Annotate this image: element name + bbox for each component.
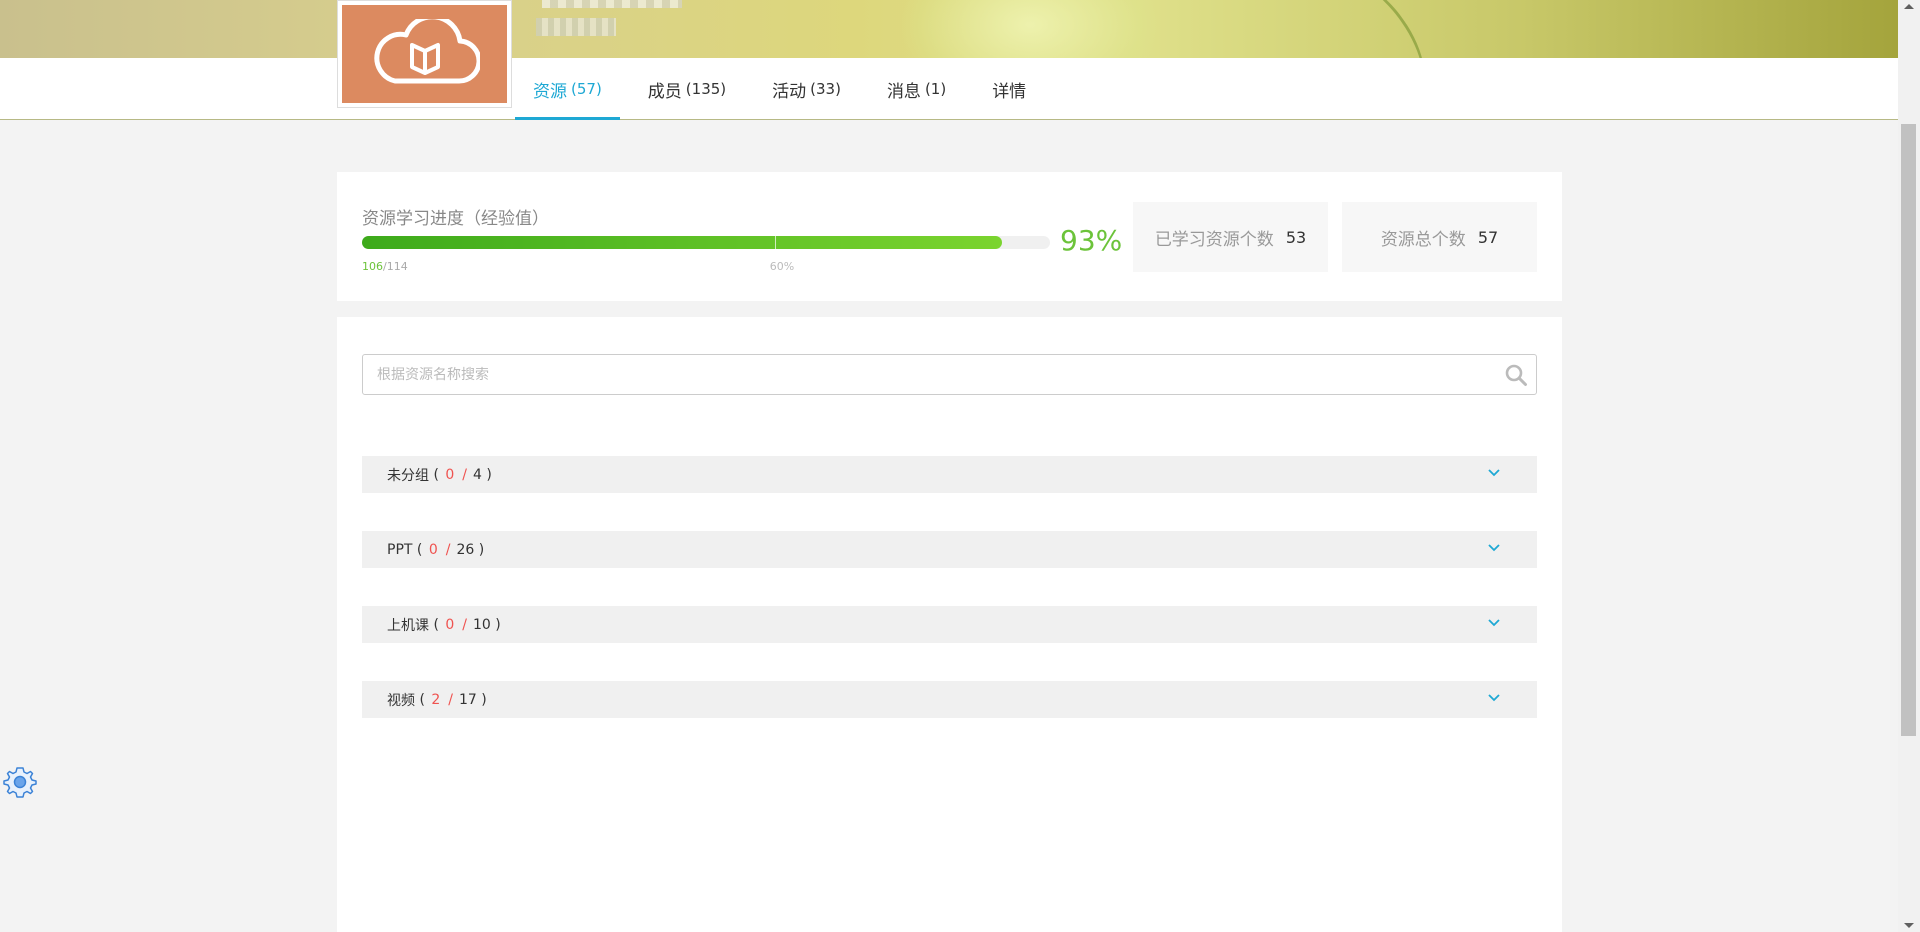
- progress-threshold-label: 60%: [769, 260, 795, 273]
- tab-details[interactable]: 详情: [974, 58, 1044, 120]
- tab-members[interactable]: 成员 (135): [630, 58, 744, 120]
- banner-leaf: [1306, 0, 1444, 58]
- scroll-thumb[interactable]: [1901, 124, 1916, 736]
- chevron-down-icon[interactable]: [1487, 543, 1501, 553]
- learned-count-label: 已学习资源个数: [1154, 229, 1274, 250]
- progress-threshold-mark: [774, 236, 776, 249]
- cloud-book-icon: [373, 19, 480, 84]
- tab-label: 详情: [992, 81, 1027, 102]
- group-name: 上机课: [387, 617, 429, 634]
- group-total-count: 4: [473, 466, 482, 483]
- course-title-redacted: [542, 0, 682, 8]
- total-count-value: 57: [1477, 227, 1499, 247]
- tab-activities[interactable]: 活动 (33): [754, 58, 859, 120]
- tab-count: (57): [571, 80, 602, 98]
- scroll-up-arrow[interactable]: [1904, 4, 1914, 9]
- page-scrollbar[interactable]: [1898, 0, 1920, 932]
- progress-score: 106/114: [362, 260, 408, 273]
- group-name: PPT: [387, 541, 413, 558]
- tab-messages[interactable]: 消息 (1): [869, 58, 964, 120]
- learned-count-value: 53: [1285, 227, 1307, 247]
- tab-label: 资源: [533, 81, 567, 102]
- group-name: 未分组: [387, 467, 429, 484]
- group-total-count: 10: [473, 616, 491, 633]
- total-count-label: 资源总个数: [1380, 229, 1466, 250]
- progress-current: 106: [362, 260, 383, 273]
- search-box: [362, 354, 1537, 395]
- learned-count-box: 已学习资源个数 53: [1133, 202, 1328, 272]
- group-row-ppt[interactable]: PPT ( 0/26 ): [362, 531, 1537, 568]
- total-count-box: 资源总个数 57: [1342, 202, 1537, 272]
- tab-label: 活动: [772, 81, 807, 102]
- group-total-count: 26: [456, 541, 475, 558]
- banner-decoration: [900, 0, 1160, 58]
- progress-bar: [362, 236, 1050, 249]
- chevron-down-icon[interactable]: [1487, 618, 1501, 628]
- course-logo: [337, 0, 512, 108]
- tab-label: 消息: [886, 81, 921, 102]
- tab-label: 成员: [647, 81, 682, 102]
- group-done-count: 2: [431, 691, 441, 708]
- progress-card: 资源学习进度（经验值） 106/114 60% 93% 已学习资源个数 53 资…: [337, 172, 1562, 301]
- progress-percent: 93%: [1060, 224, 1123, 257]
- group-row-ungrouped[interactable]: 未分组 ( 0/4 ): [362, 456, 1537, 493]
- progress-bar-fill: [362, 236, 1002, 249]
- group-total-count: 17: [459, 691, 477, 708]
- scroll-down-arrow[interactable]: [1904, 923, 1914, 928]
- group-done-count: 0: [445, 466, 455, 483]
- tab-count: (1): [924, 80, 947, 98]
- group-done-count: 0: [445, 616, 455, 633]
- chevron-down-icon[interactable]: [1487, 693, 1501, 703]
- group-row-video[interactable]: 视频 ( 2/17 ): [362, 681, 1537, 718]
- search-icon[interactable]: [1504, 363, 1528, 387]
- progress-title: 资源学习进度（经验值）: [362, 209, 549, 229]
- chevron-down-icon[interactable]: [1487, 468, 1501, 478]
- progress-total: /114: [383, 260, 408, 273]
- tab-resources[interactable]: 资源 (57): [515, 58, 620, 120]
- group-done-count: 0: [428, 541, 438, 558]
- tab-count: (33): [810, 80, 841, 98]
- tab-count: (135): [685, 80, 727, 98]
- course-banner: [0, 0, 1898, 58]
- resource-list-card: 未分组 ( 0/4 ) PPT ( 0/26 ) 上机课 ( 0/10 ) 视频…: [337, 317, 1562, 932]
- tab-bar: 资源 (57) 成员 (135) 活动 (33) 消息 (1) 详情: [515, 58, 1054, 120]
- group-name: 视频: [387, 692, 415, 709]
- gear-icon[interactable]: [3, 765, 37, 799]
- search-input[interactable]: [363, 355, 1483, 394]
- group-row-lab[interactable]: 上机课 ( 0/10 ): [362, 606, 1537, 643]
- course-subtitle-redacted: [536, 18, 616, 36]
